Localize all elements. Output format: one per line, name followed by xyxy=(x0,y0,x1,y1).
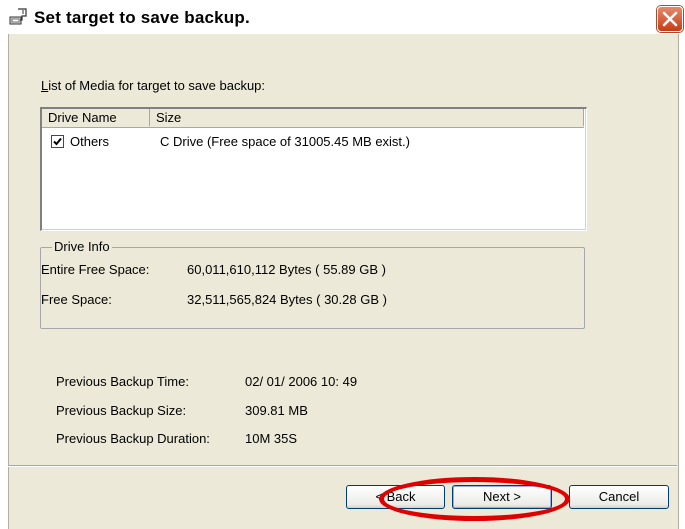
previous-backup-size-value: 309.81 MB xyxy=(245,403,308,418)
previous-backup-duration-value: 10M 35S xyxy=(245,431,298,446)
back-button[interactable]: < Back xyxy=(346,485,445,509)
drive-info-legend: Drive Info xyxy=(52,239,112,254)
drive-size-cell: C Drive (Free space of 31005.45 MB exist… xyxy=(160,134,410,149)
button-separator-highlight xyxy=(8,466,677,467)
title-bar[interactable]: Set target to save backup. xyxy=(0,0,685,34)
column-header-drive-name[interactable]: Drive Name xyxy=(42,109,150,126)
close-icon xyxy=(662,11,678,27)
previous-backup-time-label: Previous Backup Time: xyxy=(56,374,189,389)
media-list-header: Drive Name Size xyxy=(42,109,584,128)
previous-backup-duration-label: Previous Backup Duration: xyxy=(56,431,210,446)
entire-free-space-label: Entire Free Space: xyxy=(41,262,150,277)
free-space-value: 32,511,565,824 Bytes ( 30.28 GB ) xyxy=(187,292,387,307)
check-icon xyxy=(53,137,62,146)
drive-name-cell: Others xyxy=(70,134,110,149)
drive-checkbox[interactable] xyxy=(51,135,64,148)
backup-app-icon xyxy=(9,8,27,25)
media-row-others[interactable]: Others C Drive (Free space of 31005.45 M… xyxy=(42,131,584,151)
drive-info-group xyxy=(40,247,585,329)
column-header-size[interactable]: Size xyxy=(150,109,584,126)
previous-backup-time-value: 02/ 01/ 2006 10: 49 xyxy=(245,374,358,389)
close-button[interactable] xyxy=(657,6,683,32)
free-space-label: Free Space: xyxy=(41,292,112,307)
cancel-button[interactable]: Cancel xyxy=(569,485,669,509)
window-title: Set target to save backup. xyxy=(34,8,250,27)
media-list-label: List of Media for target to save backup: xyxy=(41,78,266,93)
next-button[interactable]: Next > xyxy=(452,485,552,509)
media-list[interactable]: Drive Name Size Others C Drive (Free spa… xyxy=(40,107,587,231)
entire-free-space-value: 60,011,610,112 Bytes ( 55.89 GB ) xyxy=(187,262,386,277)
previous-backup-size-label: Previous Backup Size: xyxy=(56,403,187,418)
